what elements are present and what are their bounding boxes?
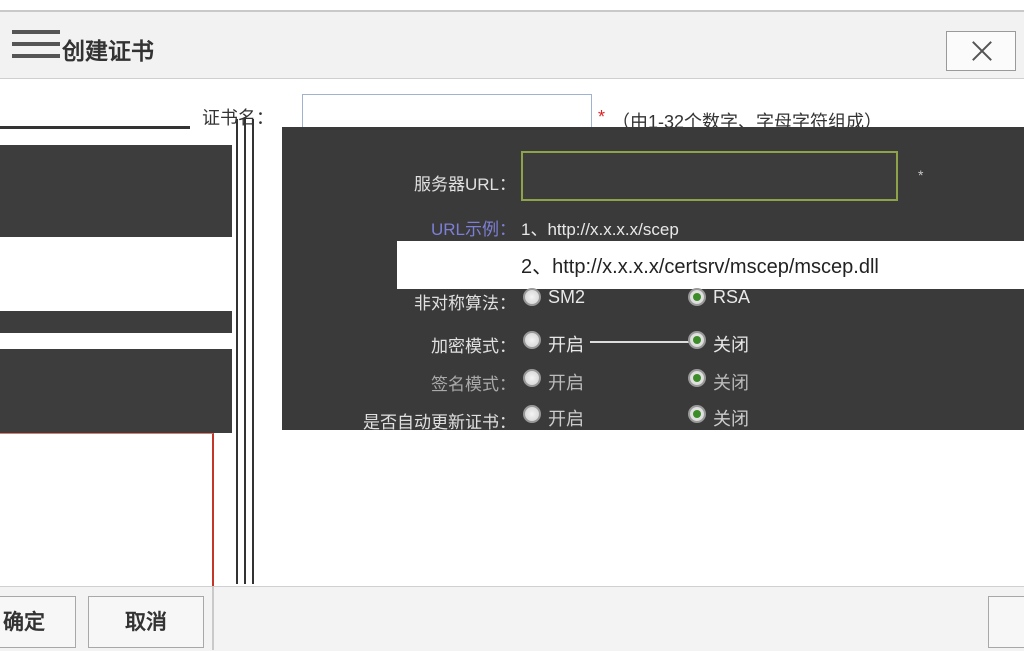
url-required-mark: * (918, 167, 924, 183)
auto-update-off-radio[interactable] (688, 405, 706, 423)
auto-update-on-radio[interactable] (523, 405, 541, 423)
algorithm-rsa-radio[interactable] (688, 288, 706, 306)
encrypt-mode-label: 加密模式： (431, 337, 516, 356)
auto-update-off-label: 关闭 (713, 409, 749, 429)
list-item (0, 311, 232, 333)
close-button[interactable] (946, 31, 1016, 71)
encrypt-on-label: 开启 (548, 335, 584, 355)
list-item (0, 145, 232, 237)
sign-mode-label: 签名模式： (431, 375, 516, 394)
cert-name-label: 证书名： (202, 108, 274, 128)
algorithm-label: 非对称算法： (414, 294, 516, 313)
algorithm-rsa-label: RSA (713, 287, 751, 307)
divider (212, 586, 214, 650)
dialog-title: 创建证书 (62, 39, 154, 65)
list-item (0, 349, 232, 433)
sign-off-radio[interactable] (688, 369, 706, 387)
sign-off-label: 关闭 (713, 373, 749, 393)
url-label: 服务器URL： (413, 175, 516, 194)
dialog-border (236, 79, 256, 586)
menu-icon[interactable] (12, 30, 60, 64)
required-mark: * (598, 107, 606, 127)
cert-name-input[interactable] (302, 94, 592, 128)
background-panel (0, 79, 232, 587)
encrypt-on-radio[interactable] (523, 331, 541, 349)
url-example-2: 2、http://x.x.x.x/certsrv/mscep/mscep.dll (521, 256, 879, 278)
window-top-edge (0, 0, 1024, 12)
sign-on-radio[interactable] (523, 369, 541, 387)
url-example-1: 1、http://x.x.x.x/scep (521, 220, 679, 239)
encrypt-off-label: 关闭 (713, 335, 749, 355)
content-box (0, 433, 214, 587)
sign-on-label: 开启 (548, 373, 584, 393)
algorithm-sm2-radio[interactable] (523, 288, 541, 306)
algorithm-sm2-label: SM2 (548, 287, 586, 307)
auto-update-label: 是否自动更新证书： (363, 413, 516, 432)
auto-update-on-label: 开启 (548, 409, 584, 429)
url-input[interactable] (521, 151, 898, 201)
cancel-button[interactable]: 取消 (88, 596, 204, 648)
dialog-titlebar: 创建证书 (0, 12, 1024, 79)
confirm-button[interactable]: 确定 (0, 596, 76, 648)
encrypt-off-radio[interactable] (688, 331, 706, 349)
confirm-button-secondary[interactable] (988, 596, 1024, 648)
url-example-label: URL示例： (430, 220, 516, 239)
divider (590, 341, 690, 343)
divider (0, 126, 190, 129)
